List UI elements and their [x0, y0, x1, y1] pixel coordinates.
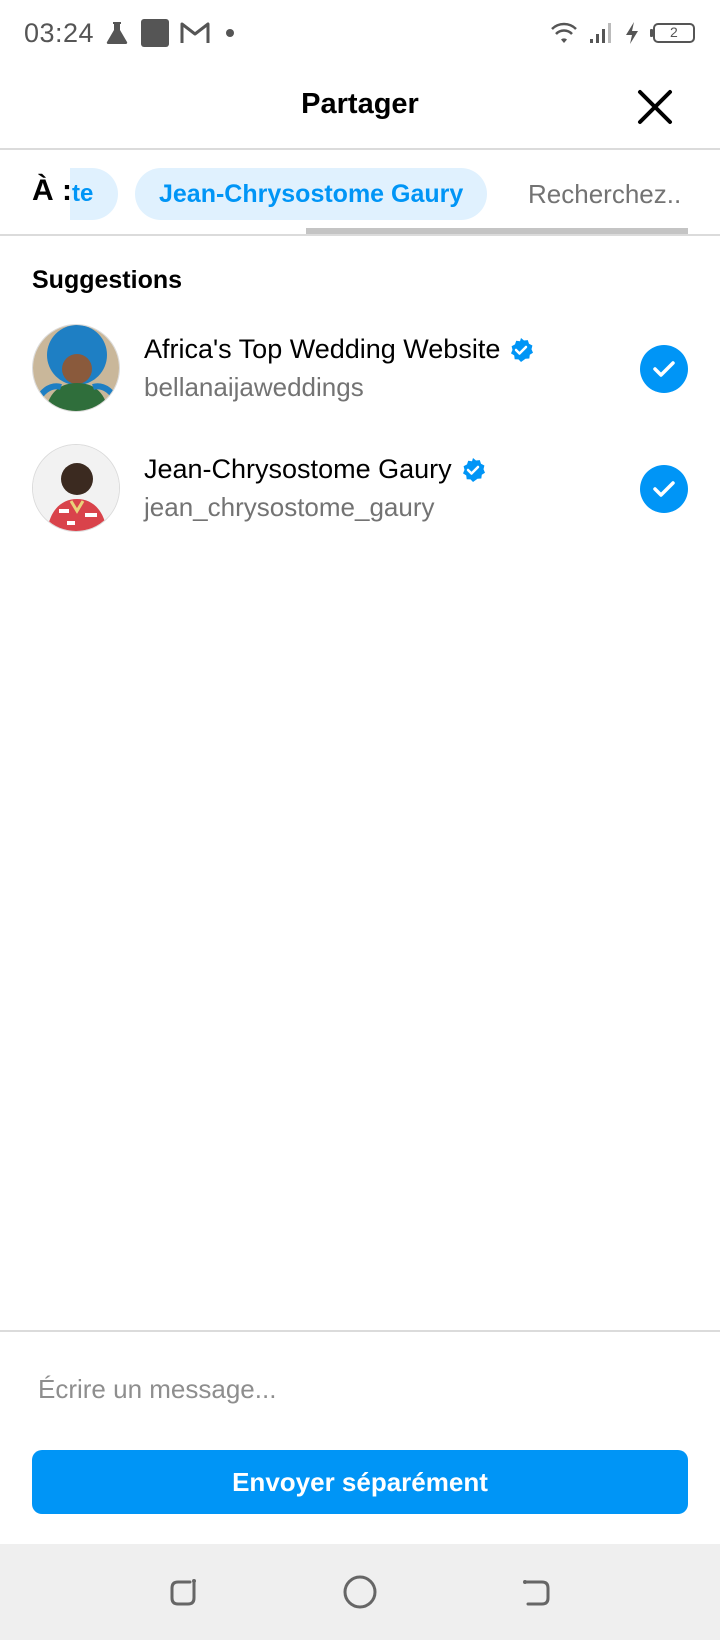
share-header: Partager — [0, 66, 720, 150]
dot-icon — [220, 23, 240, 43]
gmail-icon — [180, 21, 210, 45]
send-separately-button[interactable]: Envoyer séparément — [32, 1450, 688, 1514]
flask-icon — [104, 20, 130, 46]
horizontal-scrollbar[interactable] — [306, 228, 688, 234]
page-title: Partager — [301, 88, 419, 120]
battery-level: 2 — [670, 24, 678, 40]
recipient-search-input[interactable] — [528, 168, 720, 220]
home-icon — [343, 1575, 377, 1609]
account-handle: jean_chrysostome_gaury — [144, 492, 435, 522]
check-icon — [653, 481, 675, 497]
square-notification-icon — [140, 18, 170, 48]
system-nav-bar — [0, 1544, 720, 1640]
suggestion-item[interactable]: Africa's Top Wedding Website bellanaijaw… — [0, 312, 720, 422]
account-name: Africa's Top Wedding Website — [144, 334, 501, 364]
to-label: À : — [32, 174, 72, 207]
signal-icon — [588, 21, 614, 45]
charging-icon — [624, 21, 640, 45]
back-icon — [523, 1580, 550, 1606]
status-right: 2 — [550, 21, 696, 45]
status-left: 03:24 — [24, 18, 240, 49]
home-button[interactable] — [340, 1572, 380, 1612]
recipient-chip-partial[interactable]: te — [70, 168, 118, 220]
verified-badge-icon — [511, 337, 534, 362]
item-name-row: Jean-Chrysostome Gaury — [144, 454, 486, 485]
back-button[interactable] — [516, 1572, 556, 1612]
account-name: Jean-Chrysostome Gaury — [144, 454, 452, 484]
recipient-chip[interactable]: Jean-Chrysostome Gaury — [135, 168, 488, 220]
account-handle: bellanaijaweddings — [144, 372, 364, 402]
message-composer: Envoyer séparément — [0, 1330, 720, 1544]
close-icon — [638, 90, 672, 124]
selected-checkbox[interactable] — [640, 465, 688, 513]
verified-badge-icon — [462, 457, 485, 482]
avatar — [32, 444, 120, 532]
recipient-bar: À : te Jean-Chrysostome Gaury — [0, 150, 720, 236]
recent-apps-button[interactable] — [164, 1572, 204, 1612]
status-time: 03:24 — [24, 17, 95, 48]
avatar — [32, 324, 120, 412]
recent-apps-icon — [170, 1579, 196, 1606]
item-name-row: Africa's Top Wedding Website — [144, 334, 534, 365]
suggestion-item[interactable]: Jean-Chrysostome Gaury jean_chrysostome_… — [0, 432, 720, 542]
close-button[interactable] — [634, 86, 676, 128]
battery-icon: 2 — [650, 22, 696, 44]
message-input[interactable] — [38, 1362, 678, 1416]
wifi-icon — [550, 21, 578, 45]
suggestions-heading: Suggestions — [32, 266, 183, 294]
check-icon — [653, 361, 675, 377]
selected-checkbox[interactable] — [640, 345, 688, 393]
status-bar: 03:24 2 — [0, 0, 720, 66]
